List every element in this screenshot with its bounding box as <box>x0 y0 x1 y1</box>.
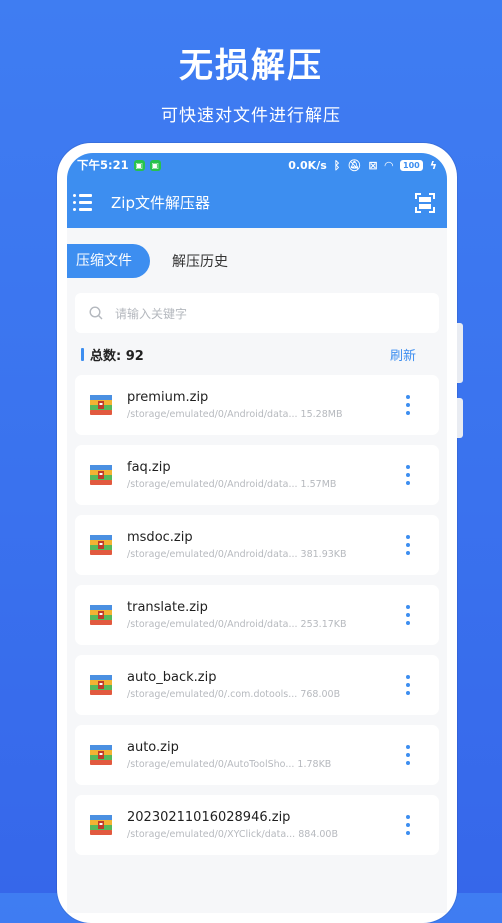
wifi-icon: ◠ <box>384 158 394 172</box>
file-path: /storage/emulated/0/Android/data... <box>127 479 298 490</box>
phone-side-button <box>457 323 463 383</box>
file-info: 20230211016028946.zip/storage/emulated/0… <box>127 810 392 840</box>
file-meta: /storage/emulated/0/Android/data... 1.57… <box>127 479 392 490</box>
app-title: Zip文件解压器 <box>111 194 210 212</box>
file-list-item[interactable]: auto_back.zip/storage/emulated/0/.com.do… <box>75 655 439 715</box>
file-meta: /storage/emulated/0/Android/data... 15.2… <box>127 409 392 420</box>
zip-archive-icon <box>89 463 113 487</box>
more-vertical-icon[interactable] <box>405 395 411 415</box>
zip-archive-icon <box>89 533 113 557</box>
file-path: /storage/emulated/0/Android/data... <box>127 409 298 420</box>
more-vertical-icon[interactable] <box>405 535 411 555</box>
summary-row: 总数: 92 刷新 <box>67 333 447 375</box>
file-meta: /storage/emulated/0/XYClick/data... 884.… <box>127 829 392 840</box>
menu-icon[interactable] <box>73 191 97 215</box>
zip-archive-icon <box>89 603 113 627</box>
search-input[interactable]: 请输入关键字 <box>75 293 439 333</box>
file-list-item[interactable]: premium.zip/storage/emulated/0/Android/d… <box>75 375 439 435</box>
scan-icon[interactable] <box>415 192 435 213</box>
file-size: 1.57MB <box>300 479 337 490</box>
promo-title: 无损解压 <box>179 46 323 86</box>
tab-extract-history[interactable]: 解压历史 <box>172 251 228 271</box>
file-name: translate.zip <box>127 600 208 615</box>
battery-icon: 100 <box>400 159 423 171</box>
file-size: 381.93KB <box>300 549 347 560</box>
file-list-item[interactable]: faq.zip/storage/emulated/0/Android/data.… <box>75 445 439 505</box>
count-marker <box>81 347 84 361</box>
mute-icon: 🔕︎ <box>347 158 362 172</box>
file-info: msdoc.zip/storage/emulated/0/Android/dat… <box>127 530 392 560</box>
file-size: 768.00B <box>300 689 341 700</box>
phone-screen: 下午5:21 ▣ ▣ 0.0K/s ᛒ 🔕︎ ⊠ ◠ 100 ϟ Zip文件解压… <box>67 153 447 913</box>
phone-side-button <box>457 398 463 438</box>
phone-frame: 下午5:21 ▣ ▣ 0.0K/s ᛒ 🔕︎ ⊠ ◠ 100 ϟ Zip文件解压… <box>57 143 463 923</box>
main-content: 压缩文件 解压历史 请输入关键字 总数: 92 刷新 premium.zip/s… <box>67 228 447 913</box>
file-size: 253.17KB <box>300 619 347 630</box>
file-info: translate.zip/storage/emulated/0/Android… <box>127 600 392 630</box>
zip-archive-icon <box>89 743 113 767</box>
tab-compressed-files[interactable]: 压缩文件 <box>67 243 150 278</box>
sim-icon: ⊠ <box>368 158 378 172</box>
bluetooth-icon: ᛒ <box>333 158 341 172</box>
promo-subtitle: 可快速对文件进行解压 <box>161 106 341 126</box>
file-list: premium.zip/storage/emulated/0/Android/d… <box>67 375 447 855</box>
file-info: faq.zip/storage/emulated/0/Android/data.… <box>127 460 392 490</box>
more-vertical-icon[interactable] <box>405 675 411 695</box>
file-name: msdoc.zip <box>127 530 193 545</box>
status-time: 下午5:21 <box>77 158 129 172</box>
file-meta: /storage/emulated/0/.com.dotools... 768.… <box>127 689 392 700</box>
zip-archive-icon <box>89 393 113 417</box>
tab-bar: 压缩文件 解压历史 <box>67 228 447 293</box>
zip-archive-icon <box>89 673 113 697</box>
file-info: premium.zip/storage/emulated/0/Android/d… <box>127 390 392 420</box>
file-size: 1.78KB <box>297 759 332 770</box>
file-path: /storage/emulated/0/Android/data... <box>127 619 298 630</box>
file-list-item[interactable]: 20230211016028946.zip/storage/emulated/0… <box>75 795 439 855</box>
file-name: auto.zip <box>127 740 179 755</box>
toolbar: Zip文件解压器 <box>67 177 447 228</box>
file-path: /storage/emulated/0/AutoToolSho... <box>127 759 295 770</box>
more-vertical-icon[interactable] <box>405 745 411 765</box>
file-path: /storage/emulated/0/XYClick/data... <box>127 829 296 840</box>
app-bar: 下午5:21 ▣ ▣ 0.0K/s ᛒ 🔕︎ ⊠ ◠ 100 ϟ Zip文件解压… <box>67 153 447 228</box>
file-path: /storage/emulated/0/Android/data... <box>127 549 298 560</box>
file-name: faq.zip <box>127 460 171 475</box>
file-name: auto_back.zip <box>127 670 217 685</box>
file-path: /storage/emulated/0/.com.dotools... <box>127 689 298 700</box>
charging-icon: ϟ <box>429 158 437 172</box>
search-placeholder: 请输入关键字 <box>115 306 188 321</box>
more-vertical-icon[interactable] <box>405 815 411 835</box>
file-meta: /storage/emulated/0/AutoToolSho... 1.78K… <box>127 759 392 770</box>
more-vertical-icon[interactable] <box>405 605 411 625</box>
notification-icon: ▣ <box>149 159 161 171</box>
zip-archive-icon <box>89 813 113 837</box>
file-size: 884.00B <box>298 829 338 840</box>
refresh-button[interactable]: 刷新 <box>390 345 416 364</box>
file-name: 20230211016028946.zip <box>127 810 291 825</box>
status-bar: 下午5:21 ▣ ▣ 0.0K/s ᛒ 🔕︎ ⊠ ◠ 100 ϟ <box>67 153 447 177</box>
network-speed: 0.0K/s <box>288 158 327 172</box>
file-list-item[interactable]: translate.zip/storage/emulated/0/Android… <box>75 585 439 645</box>
file-meta: /storage/emulated/0/Android/data... 381.… <box>127 549 392 560</box>
search-icon <box>89 306 103 320</box>
more-vertical-icon[interactable] <box>405 465 411 485</box>
file-list-item[interactable]: auto.zip/storage/emulated/0/AutoToolSho.… <box>75 725 439 785</box>
file-size: 15.28MB <box>300 409 343 420</box>
file-list-item[interactable]: msdoc.zip/storage/emulated/0/Android/dat… <box>75 515 439 575</box>
file-info: auto_back.zip/storage/emulated/0/.com.do… <box>127 670 392 700</box>
total-count: 总数: 92 <box>90 348 144 364</box>
file-name: premium.zip <box>127 390 209 405</box>
notification-icon: ▣ <box>133 159 145 171</box>
file-info: auto.zip/storage/emulated/0/AutoToolSho.… <box>127 740 392 770</box>
file-meta: /storage/emulated/0/Android/data... 253.… <box>127 619 392 630</box>
